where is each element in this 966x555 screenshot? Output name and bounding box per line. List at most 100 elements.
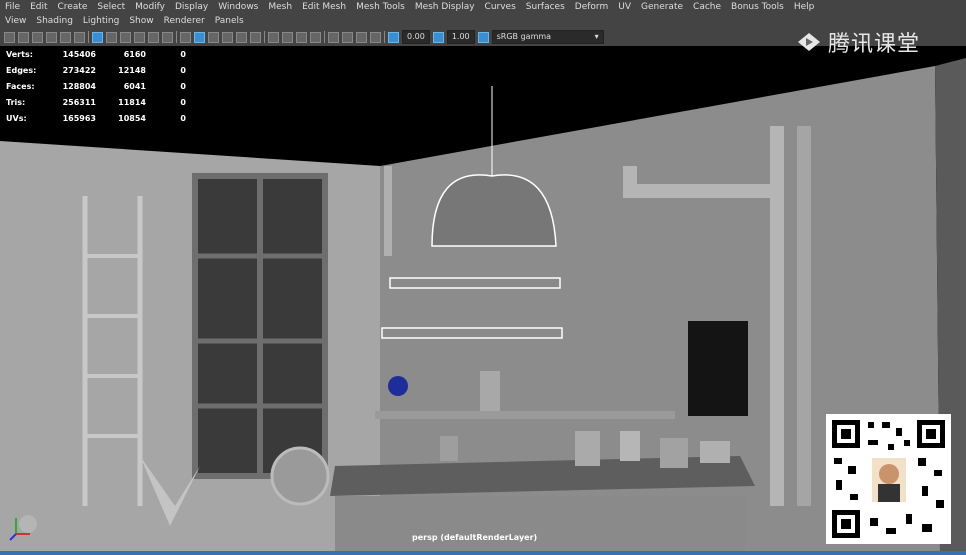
menu-surfaces[interactable]: Surfaces bbox=[521, 2, 570, 12]
viewport-persp[interactable]: Verts: 145406 6160 0 Edges: 273422 12148… bbox=[0, 46, 966, 551]
hud-label: Verts: bbox=[6, 49, 33, 59]
hud-value: 10854 bbox=[118, 113, 146, 123]
gate-mask-icon[interactable] bbox=[134, 31, 145, 43]
qr-code-icon bbox=[832, 420, 945, 538]
bookmark-icon[interactable] bbox=[32, 31, 43, 43]
play-logo-icon bbox=[798, 33, 820, 51]
menu-curves[interactable]: Curves bbox=[480, 2, 521, 12]
lights-icon[interactable] bbox=[236, 31, 247, 43]
bottom-status-line bbox=[0, 551, 966, 555]
exposure-icon[interactable] bbox=[388, 31, 399, 43]
hud-value: 165963 bbox=[62, 113, 96, 123]
panel-menu-lighting[interactable]: Lighting bbox=[78, 16, 124, 26]
chevron-down-icon: ▾ bbox=[594, 32, 599, 41]
hud-row-faces: Faces: 128804 6041 0 bbox=[6, 78, 186, 94]
motion-blur-icon[interactable] bbox=[282, 31, 293, 43]
menu-generate[interactable]: Generate bbox=[636, 2, 688, 12]
hud-row-uvs: UVs: 165963 10854 0 bbox=[6, 110, 186, 126]
hud-value: 0 bbox=[180, 65, 186, 75]
flower-prop bbox=[388, 376, 408, 396]
hud-label: Edges: bbox=[6, 65, 37, 75]
gamma-field[interactable]: 1.00 bbox=[446, 30, 475, 44]
menu-edit[interactable]: Edit bbox=[25, 2, 52, 12]
safe-action-icon[interactable] bbox=[162, 31, 173, 43]
menu-edit-mesh[interactable]: Edit Mesh bbox=[297, 2, 351, 12]
camera-name-label: persp (defaultRenderLayer) bbox=[412, 533, 538, 542]
toolbar-separator bbox=[384, 31, 385, 43]
resolution-gate-icon[interactable] bbox=[120, 31, 131, 43]
film-gate-icon[interactable] bbox=[106, 31, 117, 43]
menu-uv[interactable]: UV bbox=[613, 2, 636, 12]
watermark-text: 腾讯课堂 bbox=[828, 32, 921, 57]
hud-label: UVs: bbox=[6, 113, 27, 123]
anti-aliasing-icon[interactable] bbox=[296, 31, 307, 43]
camera-icon[interactable] bbox=[4, 31, 15, 43]
shadows-icon[interactable] bbox=[250, 31, 261, 43]
hud-row-edges: Edges: 273422 12148 0 bbox=[6, 62, 186, 78]
toolbar-separator bbox=[88, 31, 89, 43]
hud-value: 0 bbox=[180, 81, 186, 91]
hud-row-verts: Verts: 145406 6160 0 bbox=[6, 46, 186, 62]
table-front bbox=[335, 496, 745, 551]
menu-mesh-tools[interactable]: Mesh Tools bbox=[351, 2, 410, 12]
menu-windows[interactable]: Windows bbox=[213, 2, 263, 12]
axis-gizmo-bear bbox=[19, 515, 37, 533]
color-space-value: sRGB gamma bbox=[496, 32, 552, 41]
toolbar-separator bbox=[264, 31, 265, 43]
panel-menu-show[interactable]: Show bbox=[124, 16, 158, 26]
watermark: 腾讯课堂 bbox=[796, 26, 920, 58]
panel-menu-renderer[interactable]: Renderer bbox=[159, 16, 210, 26]
menu-bonus-tools[interactable]: Bonus Tools bbox=[726, 2, 789, 12]
hud-value: 11814 bbox=[118, 97, 146, 107]
hud-label: Tris: bbox=[6, 97, 26, 107]
menu-mesh-display[interactable]: Mesh Display bbox=[410, 2, 480, 12]
grid-icon[interactable] bbox=[92, 31, 103, 43]
main-menu-bar: File Edit Create Select Modify Display W… bbox=[0, 0, 966, 14]
image-plane-icon[interactable] bbox=[46, 31, 57, 43]
smooth-shade-icon[interactable] bbox=[194, 31, 205, 43]
camera-attributes-icon[interactable] bbox=[18, 31, 29, 43]
color-space-dropdown[interactable]: sRGB gamma ▾ bbox=[491, 30, 604, 44]
menu-deform[interactable]: Deform bbox=[570, 2, 613, 12]
hud-value: 128804 bbox=[62, 81, 96, 91]
2d-pan-icon[interactable] bbox=[60, 31, 71, 43]
poly-count-hud: Verts: 145406 6160 0 Edges: 273422 12148… bbox=[6, 46, 186, 126]
wireframe-icon[interactable] bbox=[180, 31, 191, 43]
menu-help[interactable]: Help bbox=[789, 2, 820, 12]
color-space-icon[interactable] bbox=[477, 31, 489, 43]
panel-menu-view[interactable]: View bbox=[0, 16, 31, 26]
backface-culling-icon[interactable] bbox=[370, 31, 381, 43]
chalkboard bbox=[688, 321, 748, 416]
hud-value: 6160 bbox=[123, 49, 146, 59]
panel-menu-shading[interactable]: Shading bbox=[31, 16, 78, 26]
hud-value: 0 bbox=[180, 113, 186, 123]
isolate-icon[interactable] bbox=[328, 31, 339, 43]
menu-mesh[interactable]: Mesh bbox=[263, 2, 297, 12]
field-chart-icon[interactable] bbox=[148, 31, 159, 43]
hud-value: 0 bbox=[180, 97, 186, 107]
textured-icon[interactable] bbox=[222, 31, 233, 43]
hud-label: Faces: bbox=[6, 81, 35, 91]
menu-select[interactable]: Select bbox=[92, 2, 130, 12]
gamma-icon[interactable] bbox=[432, 31, 444, 43]
xray-icon[interactable] bbox=[342, 31, 353, 43]
fan-prop bbox=[270, 446, 330, 506]
hud-value: 256311 bbox=[62, 97, 96, 107]
ambient-occlusion-icon[interactable] bbox=[268, 31, 279, 43]
grease-pencil-icon[interactable] bbox=[74, 31, 85, 43]
hud-value: 0 bbox=[180, 49, 186, 59]
default-material-icon[interactable] bbox=[208, 31, 219, 43]
hud-value: 12148 bbox=[118, 65, 146, 75]
hud-value: 145406 bbox=[62, 49, 96, 59]
menu-cache[interactable]: Cache bbox=[688, 2, 726, 12]
menu-modify[interactable]: Modify bbox=[130, 2, 170, 12]
menu-file[interactable]: File bbox=[0, 2, 25, 12]
hud-value: 6041 bbox=[123, 81, 146, 91]
xray-joints-icon[interactable] bbox=[356, 31, 367, 43]
exposure-field[interactable]: 0.00 bbox=[402, 30, 430, 44]
panel-menu-panels[interactable]: Panels bbox=[210, 16, 249, 26]
depth-of-field-icon[interactable] bbox=[310, 31, 321, 43]
menu-display[interactable]: Display bbox=[170, 2, 213, 12]
toolbar-separator bbox=[176, 31, 177, 43]
menu-create[interactable]: Create bbox=[53, 2, 93, 12]
